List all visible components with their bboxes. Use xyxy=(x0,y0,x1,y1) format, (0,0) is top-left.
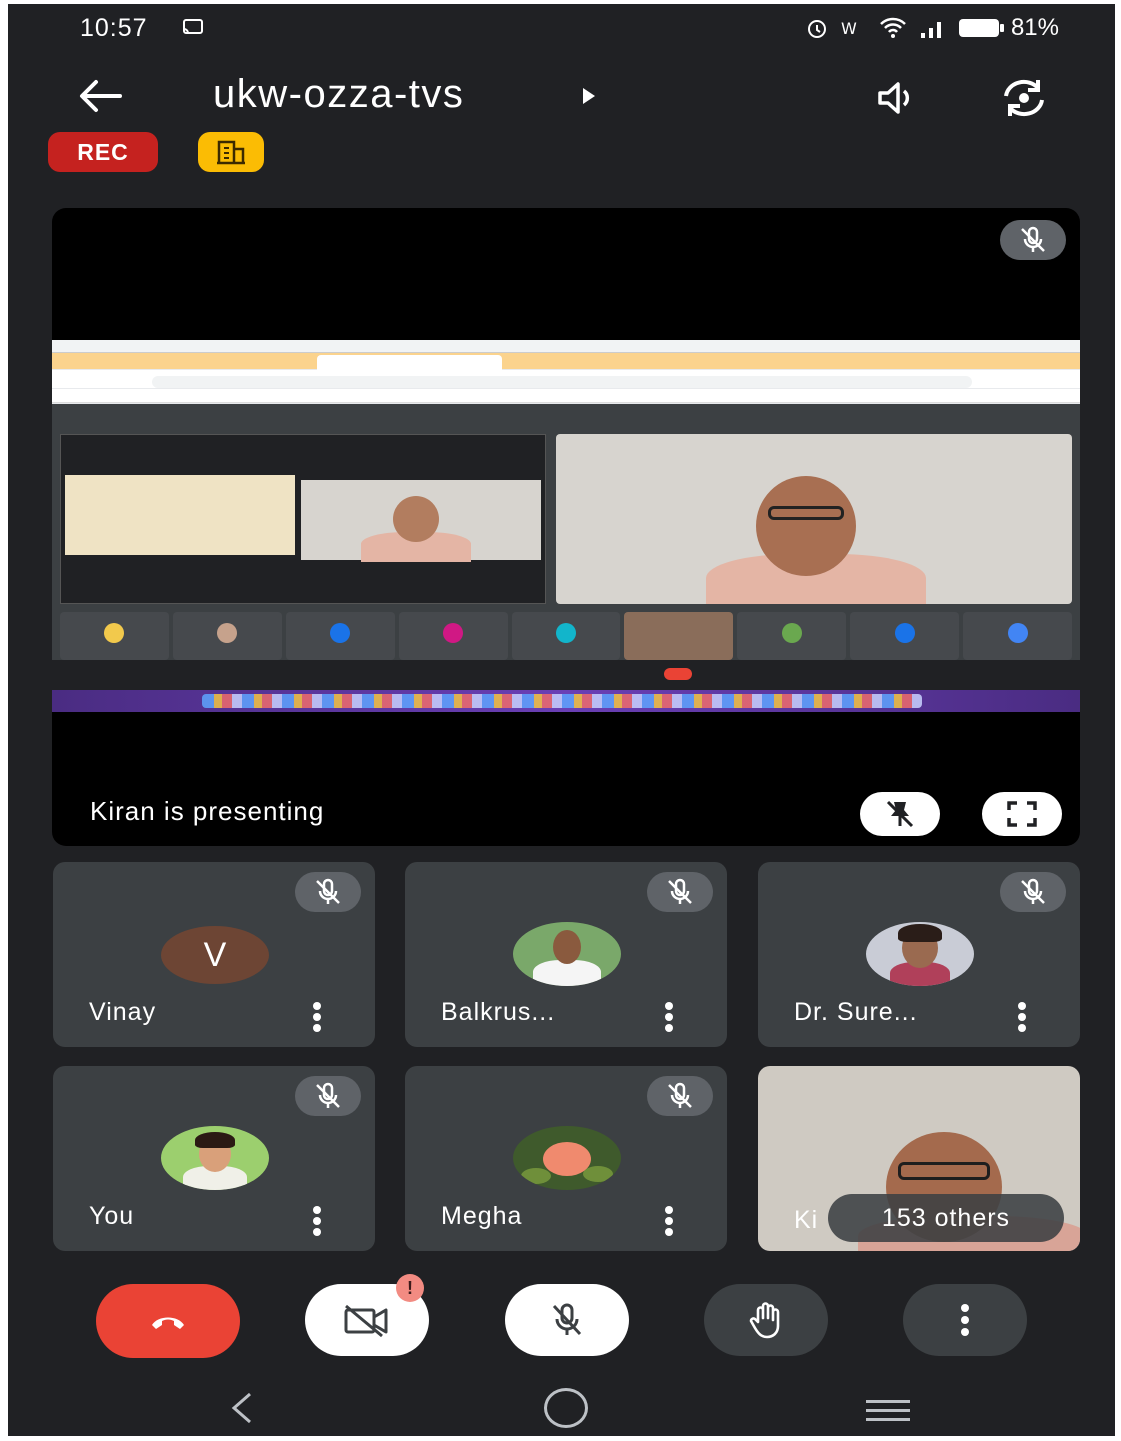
shared-url-field xyxy=(152,376,972,388)
mute-indicator xyxy=(647,1076,713,1116)
shared-active-tab xyxy=(317,355,502,370)
avatar xyxy=(513,922,621,986)
status-icons: W 81% xyxy=(805,14,1059,42)
shared-end-call xyxy=(664,668,692,680)
cast-icon xyxy=(183,19,203,34)
avatar xyxy=(866,922,974,986)
shared-tabbar xyxy=(52,353,1080,369)
participant-tile-megha[interactable]: Megha xyxy=(405,1066,727,1251)
participant-tile-kiran[interactable]: Ki 153 others xyxy=(758,1066,1080,1251)
meet-call-screen: 10:57 W 81% ukw-ozza-tvs REC Kiran is pr… xyxy=(8,4,1115,1436)
recording-badge[interactable]: REC xyxy=(48,132,158,172)
end-call-icon xyxy=(152,1317,184,1329)
shared-participant-strip xyxy=(60,612,1073,660)
wifi-icon xyxy=(880,17,906,38)
end-call-button[interactable] xyxy=(96,1284,240,1358)
mute-indicator xyxy=(1000,872,1066,912)
signal-icon xyxy=(920,22,941,38)
battery-icon xyxy=(958,19,1004,37)
camera-off-icon xyxy=(344,1304,388,1338)
participant-name: You xyxy=(89,1202,135,1230)
more-vert-icon[interactable] xyxy=(311,1206,323,1236)
avatar: V xyxy=(161,926,269,984)
nested-screen-left xyxy=(65,475,295,555)
raise-hand-icon xyxy=(749,1302,780,1339)
mic-off-icon xyxy=(1021,226,1045,252)
fullscreen-icon xyxy=(1007,801,1037,827)
companion-badge[interactable] xyxy=(198,132,264,172)
more-vert-icon[interactable] xyxy=(663,1002,675,1032)
participant-tile-you[interactable]: You xyxy=(53,1066,375,1251)
back-arrow-icon[interactable] xyxy=(76,76,124,116)
mute-indicator xyxy=(647,872,713,912)
svg-text:W: W xyxy=(841,19,857,38)
expand-caret-icon[interactable] xyxy=(583,88,595,104)
mute-indicator xyxy=(295,872,361,912)
speaker-icon[interactable] xyxy=(874,78,922,118)
presenter-mute-indicator xyxy=(1000,220,1066,260)
raise-hand-button[interactable] xyxy=(704,1284,828,1356)
nav-home-icon[interactable] xyxy=(544,1388,588,1428)
status-bar: 10:57 W 81% xyxy=(8,4,1115,54)
presentation-tile[interactable]: Kiran is presenting xyxy=(52,208,1080,846)
more-vert-icon[interactable] xyxy=(663,1206,675,1236)
mic-toggle-button[interactable] xyxy=(505,1284,629,1356)
mic-off-icon xyxy=(668,1082,692,1108)
nested-video-tile xyxy=(301,480,541,562)
presenting-label: Kiran is presenting xyxy=(90,796,325,826)
battery-percent: 81% xyxy=(1010,14,1059,41)
participant-tile-dr-sure[interactable]: Dr. Sure... xyxy=(758,862,1080,1047)
mute-indicator xyxy=(295,1076,361,1116)
shared-menubar xyxy=(52,340,1080,353)
shared-controls-bar xyxy=(52,660,1080,690)
shared-meet-window xyxy=(52,404,1080,690)
more-options-icon xyxy=(960,1304,970,1336)
avatar xyxy=(161,1126,269,1190)
unpin-icon xyxy=(886,800,914,828)
camera-alert-badge: ! xyxy=(396,1274,424,1302)
mic-off-icon xyxy=(1021,878,1045,904)
participant-name: Balkrus... xyxy=(441,998,556,1026)
participant-name: Dr. Sure... xyxy=(794,998,918,1026)
mic-off-icon xyxy=(316,878,340,904)
participant-name: Vinay xyxy=(89,998,157,1026)
participant-name: Ki xyxy=(794,1206,819,1234)
building-icon xyxy=(217,140,245,165)
shared-bookmarks xyxy=(52,389,1080,403)
nav-back-icon[interactable] xyxy=(228,1390,258,1426)
switch-camera-icon[interactable] xyxy=(998,76,1050,120)
mic-off-icon xyxy=(668,878,692,904)
nav-recents-icon[interactable] xyxy=(866,1400,910,1422)
mic-off-icon xyxy=(552,1303,582,1336)
unpin-button[interactable] xyxy=(860,792,940,836)
shared-nested-screen xyxy=(60,434,546,604)
others-count-pill[interactable]: 153 others xyxy=(828,1194,1064,1242)
participant-tile-balkrus[interactable]: Balkrus... xyxy=(405,862,727,1047)
avatar xyxy=(513,1126,621,1190)
more-options-button[interactable] xyxy=(903,1284,1027,1356)
call-controls: ! xyxy=(8,1274,1115,1358)
status-time: 10:57 xyxy=(80,14,148,42)
more-vert-icon[interactable] xyxy=(1016,1002,1028,1032)
fullscreen-button[interactable] xyxy=(982,792,1062,836)
alarm-icon xyxy=(807,20,826,38)
meeting-code[interactable]: ukw-ozza-tvs xyxy=(213,72,464,117)
more-vert-icon[interactable] xyxy=(311,1002,323,1032)
shared-dock xyxy=(52,690,1080,712)
meeting-header: ukw-ozza-tvs xyxy=(8,64,1115,134)
shared-screen xyxy=(52,340,1080,712)
volte-icon: W xyxy=(841,19,857,38)
mic-off-icon xyxy=(316,1082,340,1108)
system-nav-bar xyxy=(8,1384,1115,1436)
participant-tile-vinay[interactable]: V Vinay xyxy=(53,862,375,1047)
participant-name: Megha xyxy=(441,1202,523,1230)
shared-video-tile xyxy=(556,434,1072,604)
